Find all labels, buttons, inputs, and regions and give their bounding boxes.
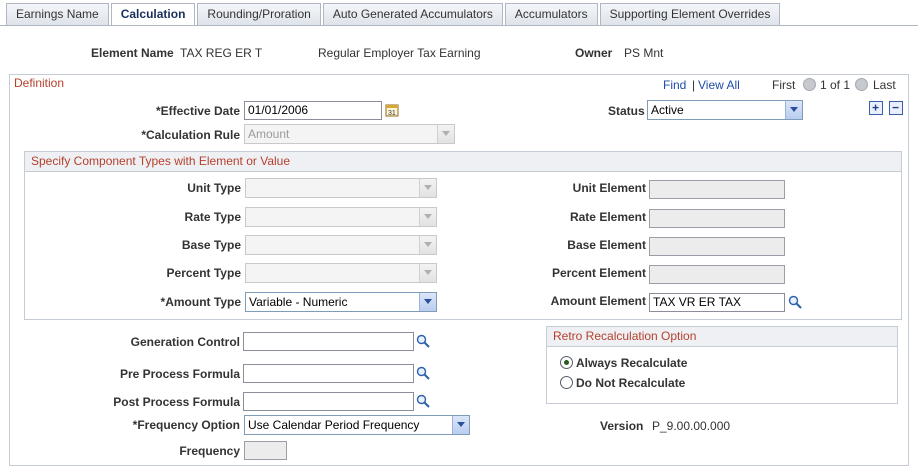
element-description: Regular Employer Tax Earning	[318, 46, 481, 60]
unit-type-label: Unit Type	[187, 181, 241, 195]
chevron-down-icon	[452, 416, 469, 434]
retro-recalculation-title: Retro Recalculation Option	[547, 327, 897, 347]
chevron-down-icon	[437, 125, 454, 143]
frequency-input[interactable]	[244, 441, 287, 460]
tab-auto-generated-accumulators[interactable]: Auto Generated Accumulators	[322, 3, 503, 25]
do-not-recalculate-radio[interactable]	[560, 376, 573, 389]
definition-title: Definition	[14, 76, 65, 90]
magnifier-icon[interactable]	[416, 334, 430, 348]
status-value: Active	[651, 103, 684, 117]
frequency-option-label: *Frequency Option	[132, 418, 240, 432]
calculation-rule-label: *Calculation Rule	[141, 128, 240, 142]
percent-type-select[interactable]	[245, 263, 437, 283]
owner-value: PS Mnt	[624, 46, 664, 60]
amount-type-select[interactable]: Variable - Numeric	[245, 292, 437, 312]
calculation-rule-select[interactable]: Amount	[244, 124, 455, 144]
tab-accumulators[interactable]: Accumulators	[504, 3, 598, 25]
frequency-option-value: Use Calendar Period Frequency	[248, 418, 420, 432]
nav-separator: |	[692, 78, 696, 92]
first-label: First	[772, 78, 796, 92]
chevron-down-icon	[419, 264, 436, 282]
version-value: P_9.00.00.000	[652, 419, 731, 433]
post-process-formula-input[interactable]	[243, 392, 414, 411]
status-label: Status	[608, 104, 645, 118]
tab-supporting-element-overrides[interactable]: Supporting Element Overrides	[599, 3, 781, 25]
amount-type-label: *Amount Type	[160, 295, 241, 309]
base-element-label: Base Element	[567, 238, 646, 252]
pre-process-formula-label: Pre Process Formula	[119, 367, 240, 381]
unit-element-input[interactable]	[649, 180, 785, 199]
base-type-select[interactable]	[245, 235, 437, 255]
previous-icon[interactable]	[803, 78, 816, 91]
chevron-down-icon	[419, 208, 436, 226]
frequency-label: Frequency	[179, 444, 240, 458]
amount-element-label: Amount Element	[550, 294, 646, 308]
rate-type-select[interactable]	[245, 207, 437, 227]
always-recalculate-radio[interactable]	[560, 356, 573, 369]
rate-element-label: Rate Element	[569, 210, 646, 224]
last-label: Last	[873, 78, 896, 92]
element-name-value: TAX REG ER T	[180, 46, 263, 60]
effective-date-input[interactable]: 01/01/2006	[244, 101, 382, 120]
percent-type-label: Percent Type	[166, 266, 241, 280]
generation-control-input[interactable]	[243, 332, 414, 351]
unit-type-select[interactable]	[245, 178, 437, 198]
next-icon[interactable]	[855, 78, 868, 91]
calendar-icon[interactable]: 31	[385, 103, 399, 117]
percent-element-label: Percent Element	[551, 266, 646, 280]
pre-process-formula-input[interactable]	[243, 364, 414, 383]
magnifier-icon[interactable]	[416, 394, 430, 408]
amount-type-value: Variable - Numeric	[249, 295, 348, 309]
minus-icon[interactable]	[889, 101, 903, 115]
chevron-down-icon	[419, 236, 436, 254]
unit-element-label: Unit Element	[572, 181, 646, 195]
magnifier-icon[interactable]	[788, 295, 802, 309]
chevron-down-icon	[419, 293, 436, 311]
tab-rounding-proration[interactable]: Rounding/Proration	[197, 3, 321, 25]
always-recalculate-label: Always Recalculate	[576, 356, 688, 370]
rate-type-label: Rate Type	[184, 210, 241, 224]
base-element-input[interactable]	[649, 237, 785, 256]
page-count: 1 of 1	[820, 78, 851, 92]
component-types-title: Specify Component Types with Element or …	[25, 152, 901, 172]
chevron-down-icon	[785, 101, 802, 119]
magnifier-icon[interactable]	[416, 366, 430, 380]
calculation-rule-value: Amount	[248, 127, 290, 141]
post-process-formula-label: Post Process Formula	[113, 395, 240, 409]
amount-element-input[interactable]: TAX VR ER TAX	[649, 293, 785, 312]
tab-earnings-name[interactable]: Earnings Name	[6, 3, 109, 25]
view-all-link[interactable]: View All	[698, 78, 740, 92]
owner-label: Owner	[575, 46, 613, 60]
version-label: Version	[600, 419, 644, 433]
frequency-option-select[interactable]: Use Calendar Period Frequency	[244, 415, 470, 435]
plus-icon[interactable]	[869, 101, 883, 115]
percent-element-input[interactable]	[649, 265, 785, 284]
chevron-down-icon	[419, 179, 436, 197]
svg-text:31: 31	[388, 110, 396, 117]
do-not-recalculate-label: Do Not Recalculate	[576, 376, 686, 390]
rate-element-input[interactable]	[649, 209, 785, 228]
base-type-label: Base Type	[181, 238, 241, 252]
status-select[interactable]: Active	[647, 100, 803, 120]
find-link[interactable]: Find	[663, 78, 686, 92]
tab-bar: Earnings Name Calculation Rounding/Prora…	[6, 3, 782, 26]
effective-date-label: *Effective Date	[155, 104, 240, 118]
element-name-label: Element Name	[91, 46, 174, 60]
tab-calculation[interactable]: Calculation	[110, 3, 196, 26]
tab-divider	[0, 25, 918, 26]
generation-control-label: Generation Control	[130, 335, 240, 349]
